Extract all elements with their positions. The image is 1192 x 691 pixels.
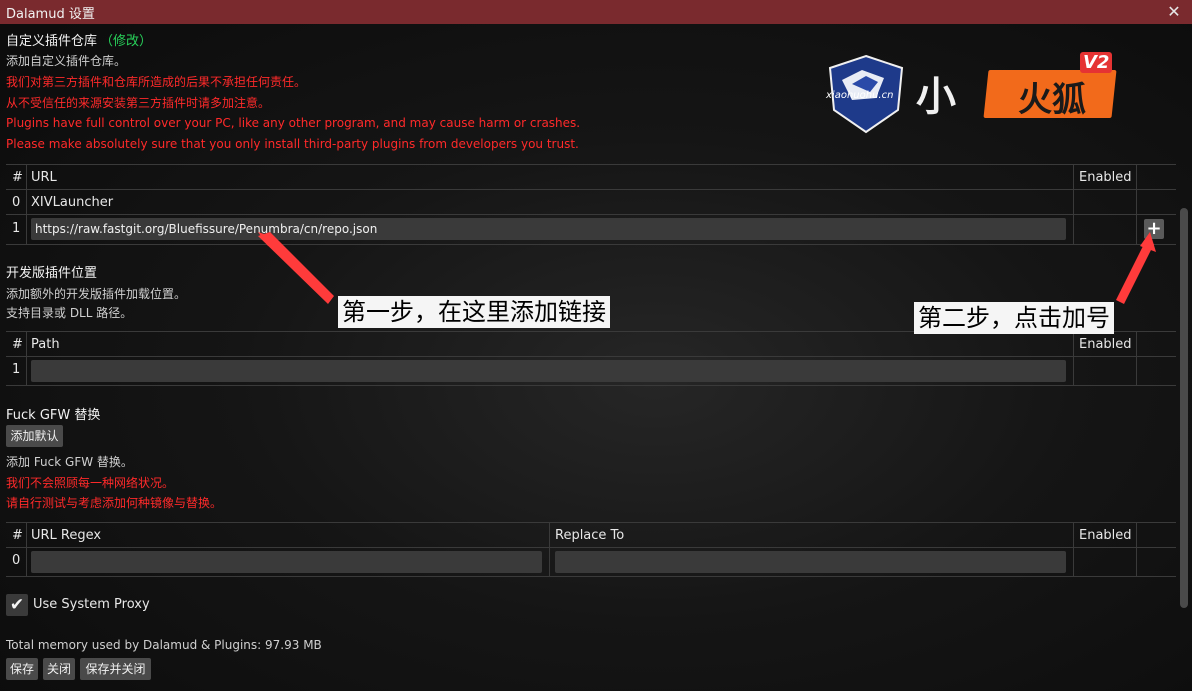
settings-window: Dalamud 设置 ✕ xiaohuohu.cn 小 火狐 V2 自定义插件仓… [0, 0, 1192, 691]
step2-callout: 第二步，点击加号 [914, 302, 1114, 334]
step1-callout: 第一步，在这里添加链接 [338, 296, 610, 328]
arrow-step2-icon [1116, 240, 1154, 304]
annotation-arrows [258, 232, 1156, 304]
